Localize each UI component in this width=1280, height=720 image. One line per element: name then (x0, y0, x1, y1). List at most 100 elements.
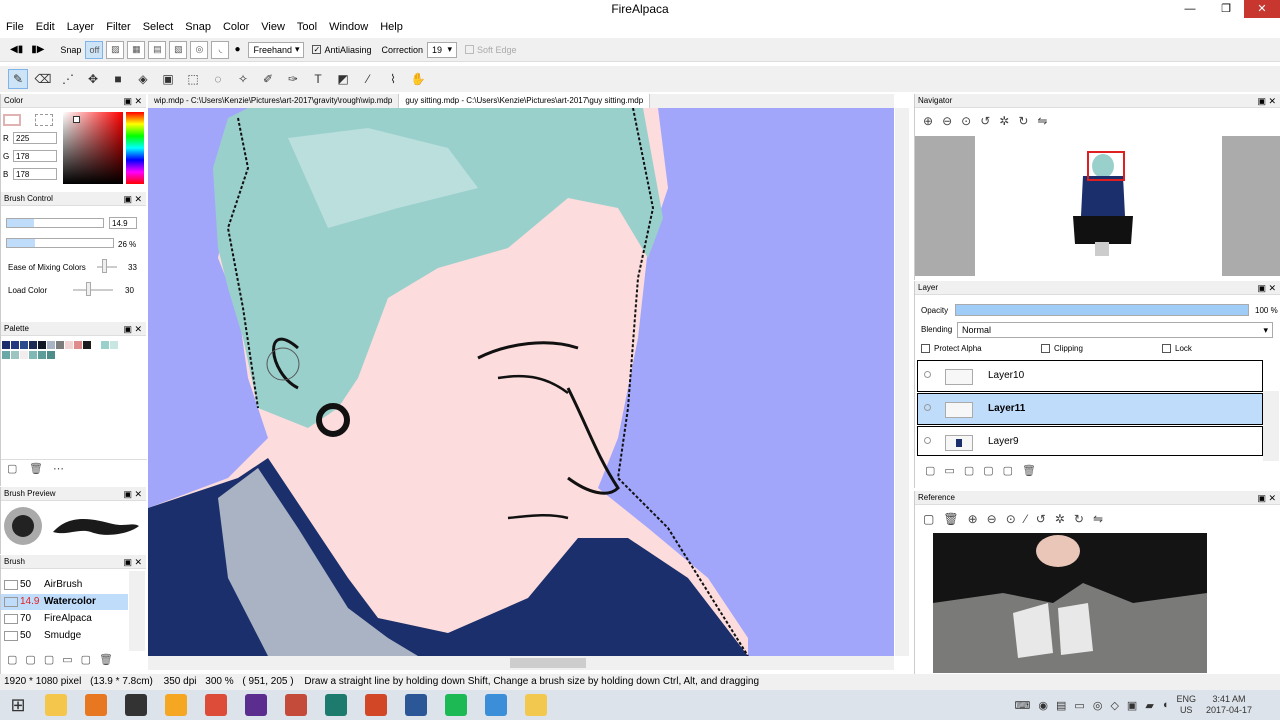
clock[interactable]: 3:41 AM 2017-04-17 (1206, 694, 1252, 716)
taskbar-app-icon[interactable] (156, 690, 196, 720)
redo-icon[interactable]: ▮▶ (31, 44, 44, 55)
steam-icon[interactable]: ◉ (1038, 699, 1048, 712)
brush-size-slider[interactable] (6, 218, 104, 228)
correction-dropdown[interactable]: 19 ▾ (427, 41, 458, 58)
lasso-tool-icon[interactable]: ◌ (208, 69, 228, 89)
palette-swatch[interactable] (2, 341, 10, 349)
hand-tool-icon[interactable]: ✋ (408, 69, 428, 89)
flip-icon[interactable]: ⇋ (1093, 512, 1112, 526)
transfer-layer-icon[interactable]: ▢ (1003, 465, 1022, 477)
tab-wip[interactable]: wip.mdp - C:\Users\Kenzie\Pictures\art-2… (148, 94, 400, 108)
trash-icon[interactable]: 🗑 (29, 462, 43, 475)
panel-close-icon[interactable]: ▣ ✕ (123, 192, 142, 206)
merge-layer-icon[interactable]: ▢ (983, 465, 1002, 477)
tray-icon[interactable]: ▭ (1074, 699, 1084, 712)
load-color-slider[interactable] (73, 289, 113, 291)
network-icon[interactable]: ▰ (1145, 699, 1153, 712)
color-picker-marker[interactable] (73, 116, 80, 123)
import-brush-icon[interactable]: ▢ (44, 654, 62, 666)
palette-swatch[interactable] (20, 351, 28, 359)
keyboard-icon[interactable]: ⌨ (1015, 699, 1031, 712)
palette-swatch[interactable] (74, 341, 82, 349)
taskbar-app-icon[interactable] (76, 690, 116, 720)
snap-off-button[interactable]: off (85, 40, 104, 59)
select-eraser-tool-icon[interactable]: ✑ (283, 69, 303, 89)
fill-rect-tool-icon[interactable]: ■ (108, 69, 128, 89)
minimize-button[interactable]: — (1172, 0, 1208, 18)
r-input[interactable]: 225 (13, 132, 57, 144)
rotate-left-icon[interactable]: ↺ (980, 114, 999, 128)
palette-swatch[interactable] (11, 341, 19, 349)
folder-icon[interactable]: ▭ (62, 654, 80, 666)
more-icon[interactable]: ⋯ (53, 462, 64, 475)
palette-swatch[interactable] (29, 341, 37, 349)
new-palette-icon[interactable]: ▢ (7, 462, 17, 475)
menu-filter[interactable]: Filter (100, 18, 136, 36)
taskbar-app-icon[interactable] (516, 690, 556, 720)
language-indicator[interactable]: ENG US (1176, 694, 1196, 716)
panel-close-icon[interactable]: ▣ ✕ (123, 94, 142, 108)
snap-parallel-icon[interactable]: ▨ (106, 40, 125, 59)
snap-grid-icon[interactable]: ▦ (127, 40, 146, 59)
brush-list-scrollbar[interactable] (129, 571, 145, 651)
canvas-hscrollbar[interactable] (148, 656, 894, 670)
taskbar-app-icon[interactable] (276, 690, 316, 720)
snap-cross-icon[interactable]: ▤ (148, 40, 167, 59)
palette-swatch[interactable] (38, 341, 46, 349)
volume-icon[interactable]: ◖ (1162, 699, 1169, 711)
panel-close-icon[interactable]: ▣ ✕ (1257, 281, 1276, 295)
zoom-in-icon[interactable]: ⊕ (923, 114, 942, 128)
rotate-reset-icon[interactable]: ✲ (1055, 512, 1074, 526)
palette-swatch[interactable] (20, 341, 28, 349)
undo-icon[interactable]: ◀▮ (10, 44, 23, 55)
taskbar-app-icon[interactable] (476, 690, 516, 720)
brush-mode-dropdown[interactable]: Freehand ▾ (248, 41, 305, 58)
menu-window[interactable]: Window (323, 18, 374, 36)
edit-brush-icon[interactable]: ▢ (81, 654, 99, 666)
mixing-slider[interactable] (97, 266, 117, 268)
brush-item[interactable]: 50 Smudge (1, 628, 128, 644)
saturation-value-picker[interactable] (63, 112, 123, 184)
brush-opacity-slider[interactable] (6, 238, 114, 248)
menu-color[interactable]: Color (217, 18, 255, 36)
zoom-reset-icon[interactable]: ⊙ (1006, 512, 1025, 526)
layer-list-scrollbar[interactable] (1263, 391, 1279, 461)
menu-select[interactable]: Select (137, 18, 180, 36)
reference-image[interactable] (933, 533, 1207, 673)
rotate-left-icon[interactable]: ↺ (1036, 512, 1055, 526)
canvas-vscrollbar[interactable] (895, 108, 909, 656)
new-brush-icon[interactable]: ▢ (7, 654, 25, 666)
taskbar-app-icon[interactable] (436, 690, 476, 720)
canvas-hscroll-thumb[interactable] (510, 658, 586, 668)
tray-icon[interactable]: ▣ (1127, 699, 1137, 712)
snap-vanishing-icon[interactable]: ▧ (169, 40, 188, 59)
visibility-icon[interactable] (924, 371, 931, 378)
divide-tool-icon[interactable]: ◩ (333, 69, 353, 89)
taskbar-app-icon[interactable] (356, 690, 396, 720)
new-folder-icon[interactable]: ▭ (944, 465, 963, 477)
eraser-tool-icon[interactable]: ⌫ (33, 69, 53, 89)
menu-edit[interactable]: Edit (30, 18, 61, 36)
panel-close-icon[interactable]: ▣ ✕ (123, 322, 142, 336)
panel-close-icon[interactable]: ▣ ✕ (123, 555, 142, 569)
snap-dot-icon[interactable]: ● (234, 44, 240, 55)
maximize-button[interactable]: ❐ (1208, 0, 1244, 18)
palette-swatch[interactable] (47, 351, 55, 359)
brush-item[interactable]: 14.9 Watercolor (1, 594, 128, 610)
menu-help[interactable]: Help (374, 18, 409, 36)
visibility-icon[interactable] (924, 437, 931, 444)
tray-icon[interactable]: ▤ (1056, 699, 1066, 712)
navigator-preview[interactable] (915, 136, 1280, 276)
soft-edge-checkbox[interactable]: Soft Edge (465, 45, 517, 55)
dropper-tool-icon[interactable]: ⌇ (383, 69, 403, 89)
menu-layer[interactable]: Layer (61, 18, 101, 36)
taskbar-app-icon[interactable] (316, 690, 356, 720)
palette-swatch[interactable] (2, 351, 10, 359)
layer-row[interactable]: Layer10 (917, 360, 1263, 392)
transparent-color-swatch[interactable] (35, 114, 53, 126)
tab-guy-sitting[interactable]: guy sitting.mdp - C:\Users\Kenzie\Pictur… (399, 94, 651, 108)
palette-swatch[interactable] (11, 351, 19, 359)
palette-swatch[interactable] (92, 341, 100, 349)
zoom-in-icon[interactable]: ⊕ (968, 512, 987, 526)
taskbar-app-icon[interactable] (396, 690, 436, 720)
